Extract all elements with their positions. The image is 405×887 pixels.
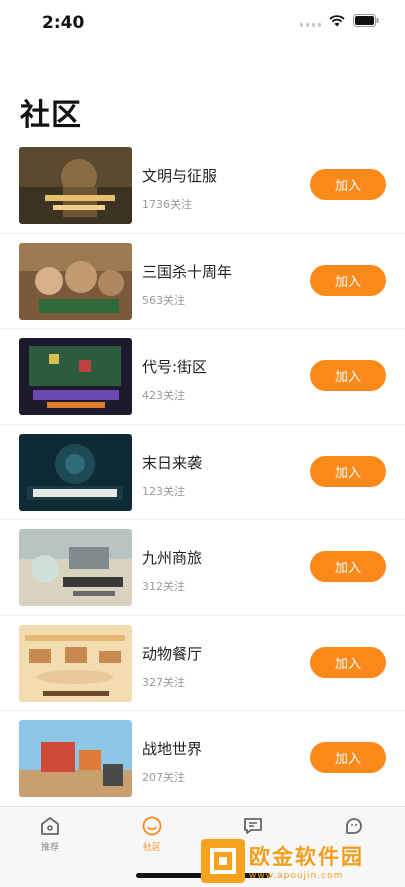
community-row[interactable]: 代号:街区 423关注 加入: [0, 329, 405, 425]
wifi-icon: [329, 14, 345, 27]
community-thumbnail: [19, 624, 132, 702]
community-thumbnail: [19, 338, 132, 415]
community-thumbnail: [19, 147, 132, 224]
community-name: 九州商旅: [142, 549, 203, 567]
follow-count: 312关注: [142, 580, 185, 593]
community-name: 末日来袭: [142, 453, 203, 472]
profile-icon: [346, 818, 362, 834]
watermark-main: 欧金软件园: [249, 845, 364, 869]
status-icons: [300, 14, 379, 27]
community-thumbnail: [19, 433, 132, 511]
tab-community[interactable]: 社区: [122, 815, 182, 853]
watermark-logo-icon: [201, 839, 245, 883]
community-name: 三国杀十周年: [142, 262, 233, 281]
battery-icon: [353, 14, 379, 27]
community-list: 文明与征服 1736关注 加入 三国杀十周年 563关注 加入 代号:街区 42…: [0, 138, 405, 807]
message-icon: [244, 818, 262, 834]
join-button[interactable]: 加入: [310, 551, 386, 582]
follow-count: 423关注: [142, 389, 185, 402]
tab-recommend[interactable]: 推荐: [20, 815, 80, 853]
tab-label: 社区: [142, 843, 161, 853]
tab-label: 推荐: [40, 843, 59, 853]
join-button[interactable]: 加入: [310, 742, 386, 773]
community-name: 代号:街区: [142, 358, 208, 376]
community-name: 文明与征服: [142, 167, 218, 185]
page-title: 社区: [20, 98, 82, 133]
watermark-url: www.apoujin.com: [249, 871, 344, 881]
community-row[interactable]: 战地世界 207关注 加入: [0, 711, 405, 807]
watermark-text: 欧金软件园 www.apoujin.com: [249, 841, 364, 881]
follow-count: 1736关注: [142, 198, 192, 211]
community-row[interactable]: 三国杀十周年 563关注 加入: [0, 234, 405, 329]
community-thumbnail: [19, 529, 132, 606]
watermark: 欧金软件园 www.apoujin.com: [201, 839, 397, 883]
join-button[interactable]: 加入: [310, 360, 386, 391]
join-button[interactable]: 加入: [310, 264, 386, 296]
community-name: 动物餐厅: [142, 644, 203, 663]
community-row[interactable]: 文明与征服 1736关注 加入: [0, 138, 405, 234]
smile-icon: [142, 816, 162, 836]
signal-icon: [300, 15, 321, 27]
join-button[interactable]: 加入: [310, 169, 386, 200]
follow-count: 327关注: [142, 675, 185, 689]
follow-count: 207关注: [142, 771, 185, 784]
follow-count: 563关注: [142, 293, 185, 307]
community-row[interactable]: 末日来袭 123关注 加入: [0, 425, 405, 520]
join-button[interactable]: 加入: [310, 646, 386, 678]
community-row[interactable]: 九州商旅 312关注 加入: [0, 520, 405, 616]
status-bar: 2:40: [0, 0, 405, 48]
follow-count: 123关注: [142, 484, 185, 498]
community-name: 战地世界: [142, 740, 203, 758]
tab-profile[interactable]: [324, 815, 384, 840]
tab-messages[interactable]: [223, 815, 283, 840]
community-thumbnail: [19, 242, 132, 320]
join-button[interactable]: 加入: [310, 455, 386, 487]
status-time: 2:40: [42, 13, 85, 33]
community-thumbnail: [19, 720, 132, 797]
community-row[interactable]: 动物餐厅 327关注 加入: [0, 616, 405, 711]
home-icon: [41, 817, 59, 835]
